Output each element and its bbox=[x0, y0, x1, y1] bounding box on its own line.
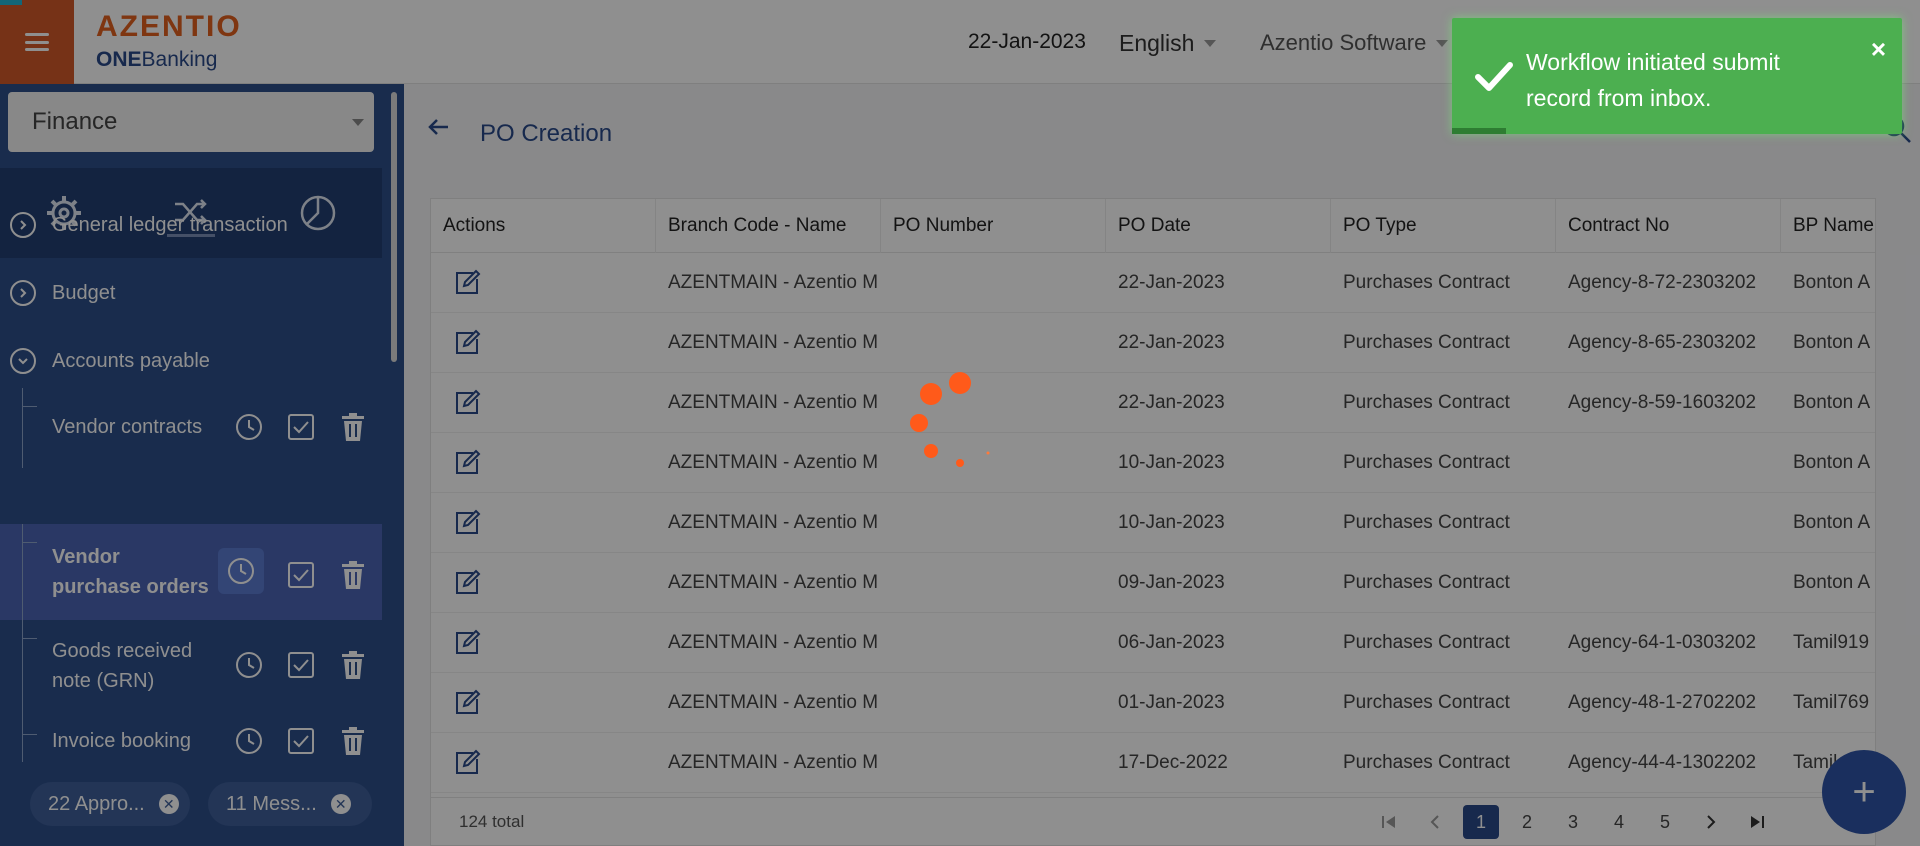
checkmark-icon bbox=[1475, 62, 1513, 91]
toast-message: Workflow initiated submit record from in… bbox=[1526, 49, 1780, 111]
success-toast: Workflow initiated submit record from in… bbox=[1452, 18, 1902, 134]
toast-progress-bar bbox=[1452, 128, 1506, 134]
close-toast-button[interactable]: × bbox=[1871, 34, 1886, 65]
